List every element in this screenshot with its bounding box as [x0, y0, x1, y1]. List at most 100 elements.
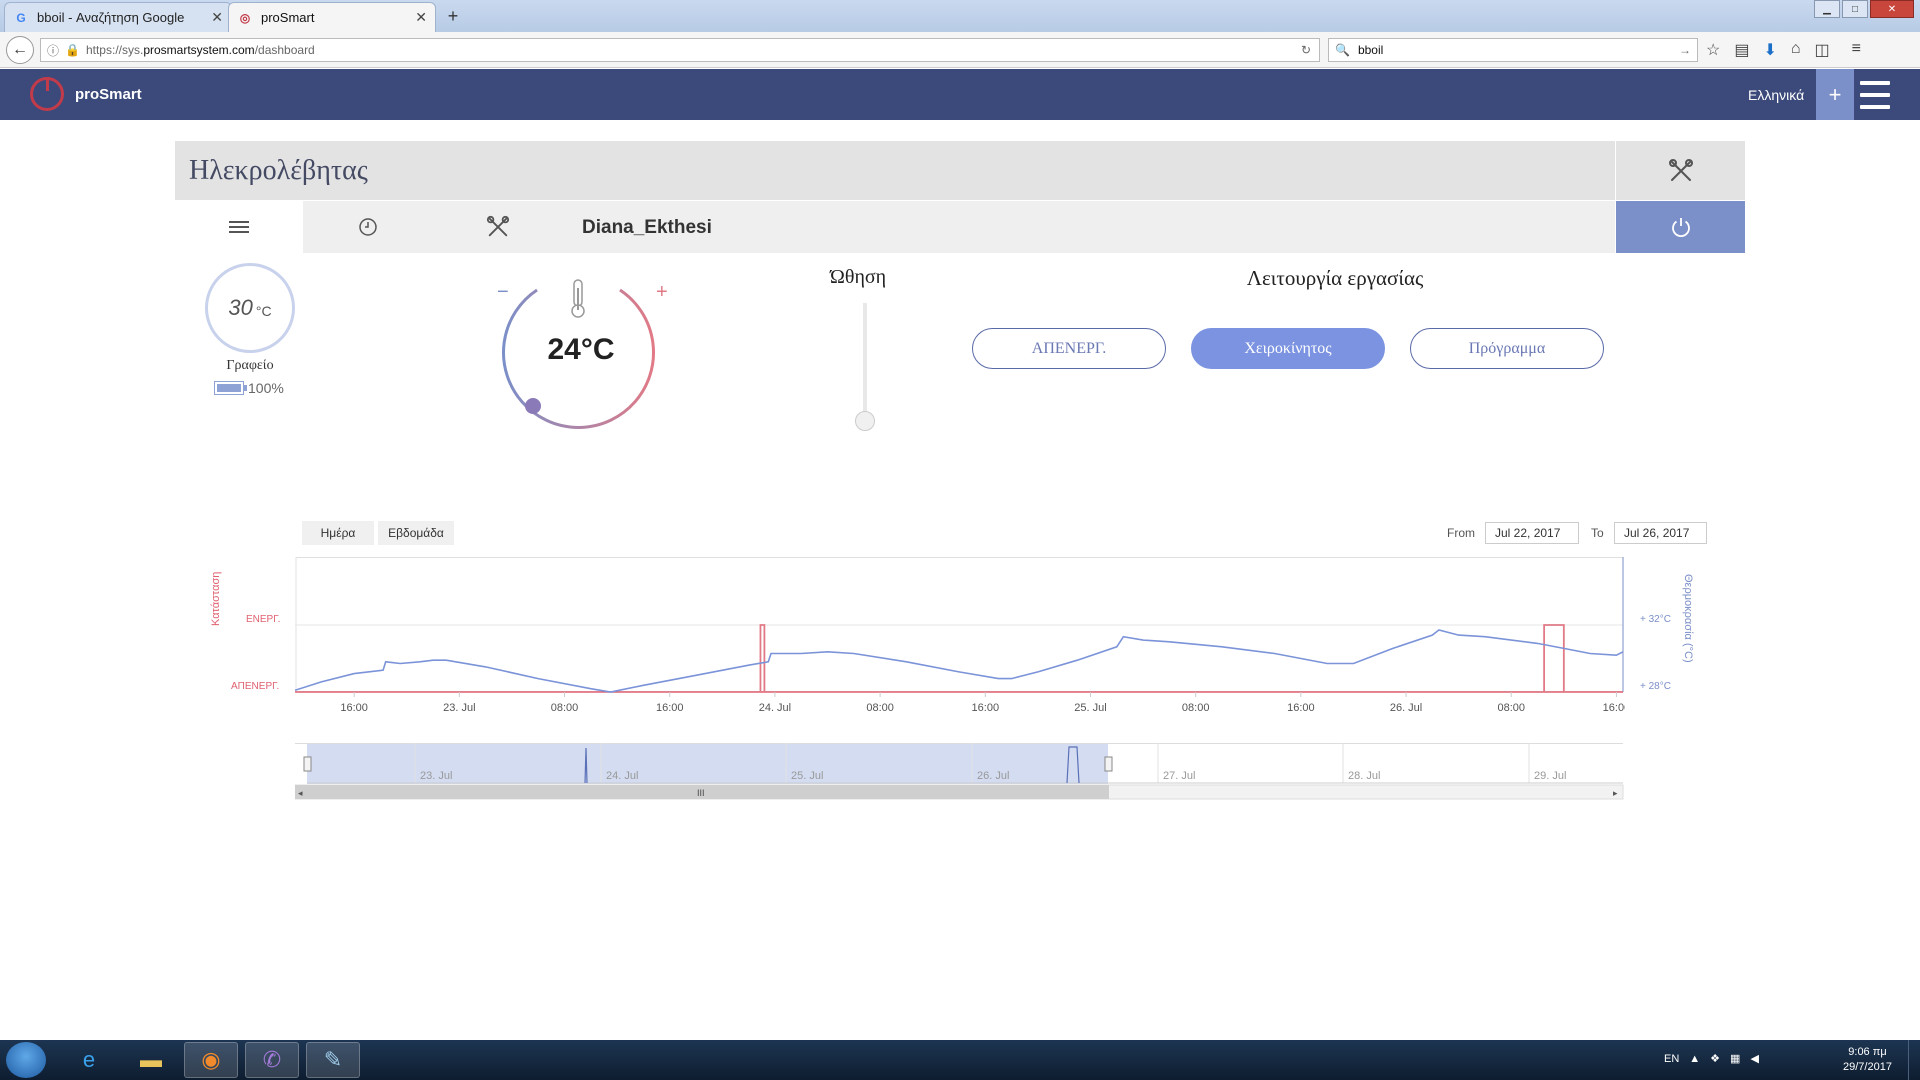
search-input[interactable]: bboil: [1358, 43, 1383, 57]
device-settings-button[interactable]: [1616, 141, 1745, 200]
browser-tabbar: G bboil - Αναζήτηση Google ✕ ◎ proSmart …: [0, 0, 1920, 32]
x-tick-label: 16:00: [1287, 702, 1315, 714]
minimize-button[interactable]: ▁: [1814, 0, 1840, 18]
hamburger-menu-icon[interactable]: [1860, 81, 1890, 109]
back-button[interactable]: ←: [6, 36, 34, 64]
device-tab-row: Diana_Ekthesi: [175, 201, 1615, 253]
scroll-right-arrow-icon: ▸: [1613, 788, 1618, 798]
from-date-input[interactable]: Jul 22, 2017: [1485, 522, 1579, 544]
decrease-setpoint-button[interactable]: −: [497, 281, 509, 304]
close-icon[interactable]: ✕: [415, 9, 427, 26]
tools-icon: [486, 215, 510, 237]
dial-handle[interactable]: [525, 398, 541, 414]
y-right-tick-32: + 32°C: [1640, 614, 1671, 625]
navigator-tick-label: 24. Jul: [606, 770, 638, 782]
setpoint-value: 24°C: [547, 333, 615, 366]
range-day-button[interactable]: Ημέρα: [302, 521, 374, 545]
bookmark-star-icon[interactable]: ☆: [1706, 40, 1720, 60]
browser-tab-prosmart[interactable]: ◎ proSmart ✕: [228, 2, 436, 32]
show-desktop-button[interactable]: [1908, 1040, 1920, 1080]
prosmart-icon: ◎: [239, 10, 251, 25]
volume-icon[interactable]: ◀: [1750, 1052, 1758, 1065]
firefox-icon[interactable]: ◉: [184, 1042, 238, 1078]
reload-icon[interactable]: ↻: [1301, 43, 1311, 57]
new-tab-button[interactable]: +: [440, 4, 466, 28]
mode-label: Λειτουργία εργασίας: [1246, 266, 1424, 290]
x-tick-label: 26. Jul: [1390, 702, 1422, 714]
tools-icon: [1668, 158, 1693, 181]
y-right-axis-title: Θερμοκρασία (°C): [1682, 574, 1694, 663]
tab-overview[interactable]: [175, 201, 303, 253]
increase-setpoint-button[interactable]: +: [656, 281, 668, 304]
system-tray: EN ▲ ❖ ▦ ◀: [1664, 1052, 1759, 1066]
dropbox-icon[interactable]: ❖: [1710, 1052, 1720, 1065]
file-explorer-icon[interactable]: ▬: [124, 1042, 178, 1078]
browser-tab-google[interactable]: G bboil - Αναζήτηση Google ✕: [4, 2, 232, 32]
x-tick-label: 08:00: [551, 702, 579, 714]
home-icon[interactable]: ⌂: [1791, 40, 1801, 60]
browser-tab-title: bboil - Αναζήτηση Google: [37, 10, 185, 25]
search-icon: 🔍: [1335, 43, 1350, 57]
x-tick-label: 08:00: [1497, 702, 1525, 714]
boost-label: Ώθηση: [830, 266, 887, 288]
navigator-right-handle: [1104, 756, 1113, 772]
network-icon[interactable]: ▦: [1730, 1052, 1740, 1065]
tab-schedule[interactable]: [303, 201, 433, 253]
navigator-tick-label: 25. Jul: [791, 770, 823, 782]
close-window-button[interactable]: ✕: [1870, 0, 1914, 18]
navigator-tick-label: 27. Jul: [1163, 770, 1195, 782]
chart-navigator[interactable]: 23. Jul 24. Jul 25. Jul 26. Jul 27. Jul 28. J…: [295, 743, 1625, 801]
x-tick-label: 16:00: [972, 702, 1000, 714]
download-icon[interactable]: ⬇: [1763, 40, 1776, 60]
paint-icon[interactable]: ✎: [306, 1042, 360, 1078]
close-icon[interactable]: ✕: [211, 9, 223, 26]
language-selector[interactable]: Ελληνικά: [1748, 87, 1804, 103]
tab-settings[interactable]: [433, 201, 563, 253]
viber-icon[interactable]: ✆: [245, 1042, 299, 1078]
temperature-chart[interactable]: 16:00 23. Jul 08:00 16:00 24. Jul 08:00 16:00 2…: [295, 557, 1625, 717]
brand-name[interactable]: proSmart: [75, 86, 142, 103]
power-button[interactable]: [1616, 201, 1745, 253]
prosmart-logo-icon[interactable]: [30, 77, 64, 111]
browser-tab-title: proSmart: [261, 10, 315, 25]
x-tick-label: 08:00: [866, 702, 894, 714]
battery-icon: [214, 381, 247, 395]
room-name: Γραφείο: [226, 358, 274, 373]
browser-menu-icon[interactable]: ≡: [1852, 40, 1861, 60]
app-header: proSmart Ελληνικά +: [0, 69, 1920, 120]
internet-explorer-icon[interactable]: e: [62, 1042, 116, 1078]
start-button[interactable]: [6, 1042, 46, 1078]
toolbar-icons: ☆ ▤ ⬇ ⌂ ◫ ≡: [1706, 40, 1861, 60]
x-tick-label: 23. Jul: [443, 702, 475, 714]
y-right-tick-28: + 28°C: [1640, 681, 1671, 692]
mode-off-button[interactable]: ΑΠΕΝΕΡΓ.: [972, 328, 1166, 369]
tray-expand-icon[interactable]: ▲: [1689, 1053, 1700, 1065]
to-date-input[interactable]: Jul 26, 2017: [1614, 522, 1707, 544]
mode-manual-button[interactable]: Χειροκίνητος: [1191, 328, 1385, 369]
mode-schedule-button[interactable]: Πρόγραμμα: [1410, 328, 1604, 369]
x-tick-label: 08:00: [1182, 702, 1210, 714]
boost-slider-track[interactable]: [863, 303, 867, 421]
search-bar[interactable]: 🔍 bboil →: [1328, 38, 1698, 62]
search-go-icon[interactable]: →: [1679, 43, 1691, 57]
x-tick-label: 16:00: [656, 702, 684, 714]
navigator-tick-label: 26. Jul: [977, 770, 1009, 782]
boost-slider-handle[interactable]: [855, 411, 875, 431]
device-titlebar: Ηλεκρολέβητας: [175, 141, 1615, 200]
clock-icon: [359, 218, 377, 236]
scroll-grip-icon: III: [697, 788, 705, 798]
browser-navbar: ← ⓘ 🔒 https://sys.prosmartsystem.com/das…: [0, 32, 1920, 68]
y-left-axis-title: Κατάσταση: [210, 571, 222, 626]
maximize-button[interactable]: □: [1842, 0, 1868, 18]
reading-list-icon[interactable]: ▤: [1734, 40, 1749, 60]
x-tick-label: 16:00: [340, 702, 368, 714]
device-name: Diana_Ekthesi: [582, 217, 712, 238]
pocket-icon[interactable]: ◫: [1815, 40, 1830, 60]
system-clock[interactable]: 9:06 πμ 29/7/2017: [1843, 1045, 1892, 1075]
url-bar[interactable]: ⓘ 🔒 https://sys.prosmartsystem.com/dashb…: [40, 38, 1320, 62]
google-icon: G: [16, 10, 26, 25]
input-language[interactable]: EN: [1664, 1053, 1679, 1065]
add-button[interactable]: +: [1816, 69, 1854, 120]
x-tick-label: 24. Jul: [759, 702, 791, 714]
range-week-button[interactable]: Εβδομάδα: [378, 521, 454, 545]
